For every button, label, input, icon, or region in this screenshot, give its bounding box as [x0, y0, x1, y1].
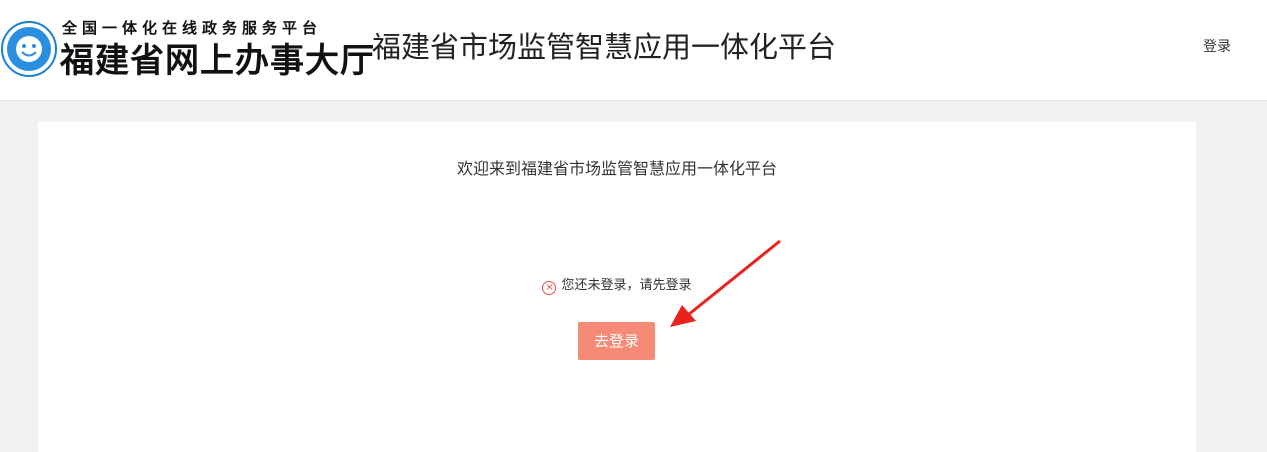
welcome-text: 欢迎来到福建省市场监管智慧应用一体化平台 [456, 159, 777, 178]
platform-title: 福建省市场监管智慧应用一体化平台 [372, 30, 837, 64]
header-login-link[interactable]: 登录 [1203, 36, 1231, 56]
red-arrow-icon [670, 239, 781, 327]
smiley-emblem-icon [1, 21, 57, 77]
main-card: 欢迎来到福建省市场监管智慧应用一体化平台 × 您还未登录，请先登录 去登录 [38, 122, 1196, 452]
logo-big-text: 福建省网上办事大厅 [60, 41, 375, 81]
site-logo[interactable]: 全国一体化在线政务服务平台 福建省网上办事大厅 [0, 15, 374, 81]
login-notice: × 您还未登录，请先登录 [38, 274, 1196, 295]
header: 全国一体化在线政务服务平台 福建省网上办事大厅 福建省市场监管智慧应用一体化平台… [0, 0, 1267, 101]
go-login-button[interactable]: 去登录 [578, 322, 655, 360]
close-circle-icon: × [542, 281, 557, 295]
